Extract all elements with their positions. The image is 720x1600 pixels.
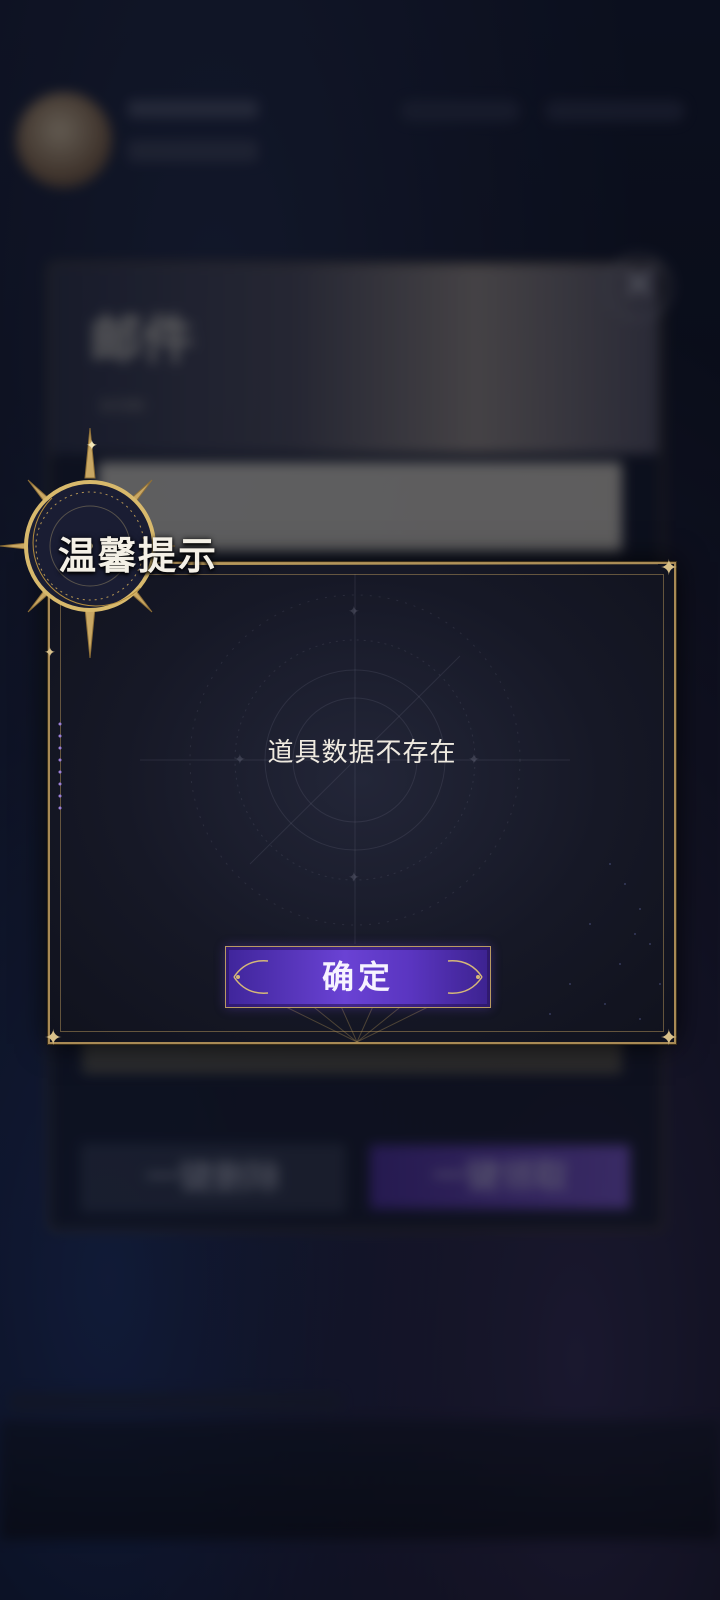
confirm-button-label: 确定 [321, 958, 394, 996]
corner-star-icon: ✦ [44, 1026, 63, 1051]
title-divider [188, 563, 658, 565]
dialog-message: 道具数据不存在 [267, 738, 457, 768]
svg-text:✦: ✦ [86, 438, 98, 454]
dialog-title: 温馨提示 [58, 533, 219, 578]
corner-star-icon: ✦ [659, 1026, 678, 1051]
confirm-button[interactable]: 确定 [225, 946, 491, 1008]
svg-text:✦: ✦ [348, 604, 360, 620]
svg-text:✦: ✦ [348, 870, 360, 886]
corner-star-icon: ✦ [659, 556, 678, 581]
